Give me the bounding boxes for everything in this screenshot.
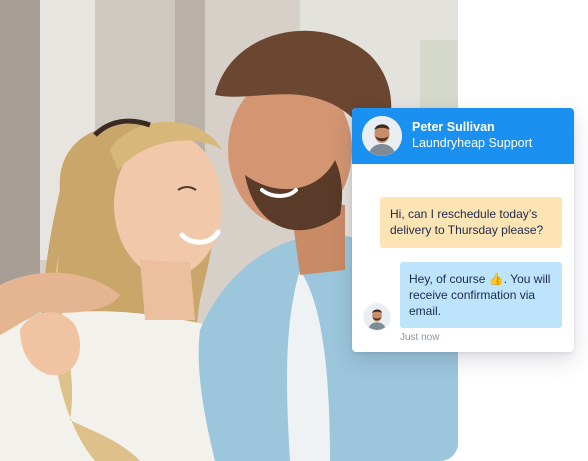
customer-message-bubble: Hi, can I reschedule today’s delivery to…: [380, 197, 562, 248]
agent-avatar-icon: [362, 116, 402, 156]
agent-message-avatar: [364, 304, 390, 330]
agent-name: Peter Sullivan: [412, 120, 495, 135]
agent-message-avatar-icon: [364, 304, 390, 330]
agent-role: Laundryheap Support: [412, 136, 533, 150]
message-timestamp: Just now: [400, 332, 440, 343]
agent-avatar: [362, 116, 402, 156]
agent-message-bubble: Hey, of course 👍. You will receive confi…: [400, 262, 562, 328]
chat-header: Peter Sullivan Laundryheap Support: [352, 108, 574, 164]
chat-messages: Hi, can I reschedule today’s delivery to…: [352, 164, 574, 352]
marketing-hero: Peter Sullivan Laundryheap Support Hi, c…: [0, 0, 588, 461]
chat-window: Peter Sullivan Laundryheap Support Hi, c…: [352, 108, 574, 352]
